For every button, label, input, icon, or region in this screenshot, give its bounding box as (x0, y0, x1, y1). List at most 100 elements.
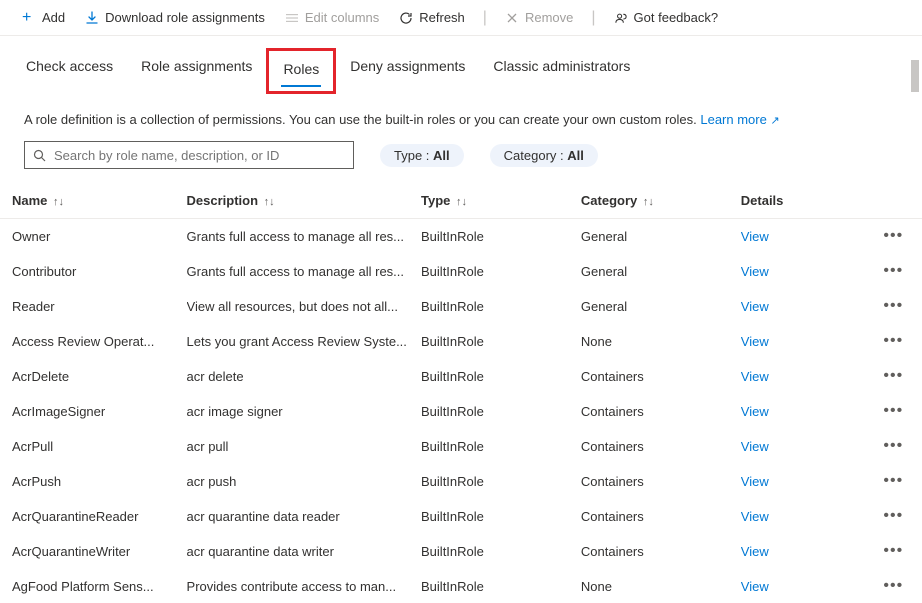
cell-description: Grants full access to manage all res... (187, 219, 421, 254)
table-wrapper: Name ↑↓ Description ↑↓ Type ↑↓ Category … (0, 183, 922, 603)
search-icon (33, 149, 46, 162)
type-filter-label: Type : (394, 148, 433, 163)
tab-classic-administrators[interactable]: Classic administrators (491, 54, 632, 94)
download-icon (85, 11, 99, 25)
sort-icon: ↑↓ (643, 196, 654, 208)
row-actions-button[interactable]: ••• (883, 472, 903, 489)
view-link[interactable]: View (741, 334, 769, 349)
view-link[interactable]: View (741, 299, 769, 314)
tab-check-access[interactable]: Check access (24, 54, 115, 94)
download-assignments-button[interactable]: Download role assignments (77, 6, 273, 29)
edit-columns-button: Edit columns (277, 6, 387, 29)
cell-description: acr delete (187, 359, 421, 394)
feedback-button[interactable]: Got feedback? (606, 6, 727, 29)
cell-category: Containers (581, 429, 741, 464)
cell-description: acr quarantine data reader (187, 499, 421, 534)
download-label: Download role assignments (105, 10, 265, 25)
cell-name: Owner (0, 219, 187, 254)
type-filter[interactable]: Type : All (380, 144, 464, 167)
table-row[interactable]: AcrQuarantineWriteracr quarantine data w… (0, 534, 922, 569)
cell-category: Containers (581, 394, 741, 429)
cell-type: BuiltInRole (421, 359, 581, 394)
search-input[interactable] (52, 147, 345, 164)
table-row[interactable]: ContributorGrants full access to manage … (0, 254, 922, 289)
view-link[interactable]: View (741, 544, 769, 559)
sort-icon: ↑↓ (264, 196, 275, 208)
cell-category: Containers (581, 464, 741, 499)
row-actions-button[interactable]: ••• (883, 332, 903, 349)
table-row[interactable]: AcrPushacr pushBuiltInRoleContainersView… (0, 464, 922, 499)
view-link[interactable]: View (741, 404, 769, 419)
description-text: A role definition is a collection of per… (0, 104, 922, 141)
view-link[interactable]: View (741, 229, 769, 244)
plus-icon: + (22, 11, 36, 25)
tab-roles-highlight: Roles (266, 48, 336, 94)
cell-type: BuiltInRole (421, 394, 581, 429)
cell-name: AcrQuarantineReader (0, 499, 187, 534)
row-actions-button[interactable]: ••• (883, 297, 903, 314)
tab-roles[interactable]: Roles (281, 57, 321, 87)
refresh-button[interactable]: Refresh (391, 6, 473, 29)
cell-type: BuiltInRole (421, 429, 581, 464)
table-row[interactable]: AcrImageSigneracr image signerBuiltInRol… (0, 394, 922, 429)
view-link[interactable]: View (741, 264, 769, 279)
col-header-name[interactable]: Name ↑↓ (0, 183, 187, 219)
table-row[interactable]: AgFood Platform Sens...Provides contribu… (0, 569, 922, 603)
category-filter[interactable]: Category : All (490, 144, 598, 167)
col-header-description[interactable]: Description ↑↓ (187, 183, 421, 219)
cell-name: Access Review Operat... (0, 324, 187, 359)
row-actions-button[interactable]: ••• (883, 227, 903, 244)
row-actions-button[interactable]: ••• (883, 507, 903, 524)
view-link[interactable]: View (741, 509, 769, 524)
cell-description: acr image signer (187, 394, 421, 429)
table-row[interactable]: AcrQuarantineReaderacr quarantine data r… (0, 499, 922, 534)
add-button[interactable]: + Add (14, 6, 73, 29)
row-actions-button[interactable]: ••• (883, 542, 903, 559)
view-link[interactable]: View (741, 369, 769, 384)
row-actions-button[interactable]: ••• (883, 402, 903, 419)
remove-label: Remove (525, 10, 573, 25)
sort-icon: ↑↓ (53, 196, 64, 208)
cell-type: BuiltInRole (421, 219, 581, 254)
row-actions-button[interactable]: ••• (883, 437, 903, 454)
tabs: Check access Role assignments Roles Deny… (0, 36, 922, 104)
cell-name: AcrQuarantineWriter (0, 534, 187, 569)
search-box[interactable] (24, 141, 354, 169)
table-row[interactable]: Access Review Operat...Lets you grant Ac… (0, 324, 922, 359)
table-row[interactable]: AcrPullacr pullBuiltInRoleContainersView… (0, 429, 922, 464)
row-actions-button[interactable]: ••• (883, 367, 903, 384)
toolbar-separator: | (477, 9, 493, 27)
row-actions-button[interactable]: ••• (883, 577, 903, 594)
col-header-category[interactable]: Category ↑↓ (581, 183, 741, 219)
refresh-label: Refresh (419, 10, 465, 25)
cell-description: View all resources, but does not all... (187, 289, 421, 324)
cell-description: acr push (187, 464, 421, 499)
cell-description: Lets you grant Access Review Syste... (187, 324, 421, 359)
roles-table: Name ↑↓ Description ↑↓ Type ↑↓ Category … (0, 183, 922, 603)
table-row[interactable]: OwnerGrants full access to manage all re… (0, 219, 922, 254)
type-filter-value: All (433, 148, 450, 163)
scrollbar-track[interactable] (910, 52, 920, 592)
table-row[interactable]: ReaderView all resources, but does not a… (0, 289, 922, 324)
view-link[interactable]: View (741, 439, 769, 454)
table-row[interactable]: AcrDeleteacr deleteBuiltInRoleContainers… (0, 359, 922, 394)
cell-category: Containers (581, 359, 741, 394)
external-link-icon: ↗ (770, 115, 779, 127)
row-actions-button[interactable]: ••• (883, 262, 903, 279)
feedback-label: Got feedback? (634, 10, 719, 25)
tab-role-assignments[interactable]: Role assignments (139, 54, 254, 94)
cell-category: None (581, 569, 741, 603)
view-link[interactable]: View (741, 474, 769, 489)
feedback-icon (614, 11, 628, 25)
cell-type: BuiltInRole (421, 569, 581, 603)
view-link[interactable]: View (741, 579, 769, 594)
scrollbar-thumb[interactable] (911, 60, 919, 92)
cell-name: Contributor (0, 254, 187, 289)
cell-name: AcrPush (0, 464, 187, 499)
columns-icon (285, 11, 299, 25)
tab-deny-assignments[interactable]: Deny assignments (348, 54, 467, 94)
remove-icon (505, 11, 519, 25)
col-header-type[interactable]: Type ↑↓ (421, 183, 581, 219)
cell-type: BuiltInRole (421, 534, 581, 569)
learn-more-link[interactable]: Learn more ↗ (700, 112, 779, 127)
